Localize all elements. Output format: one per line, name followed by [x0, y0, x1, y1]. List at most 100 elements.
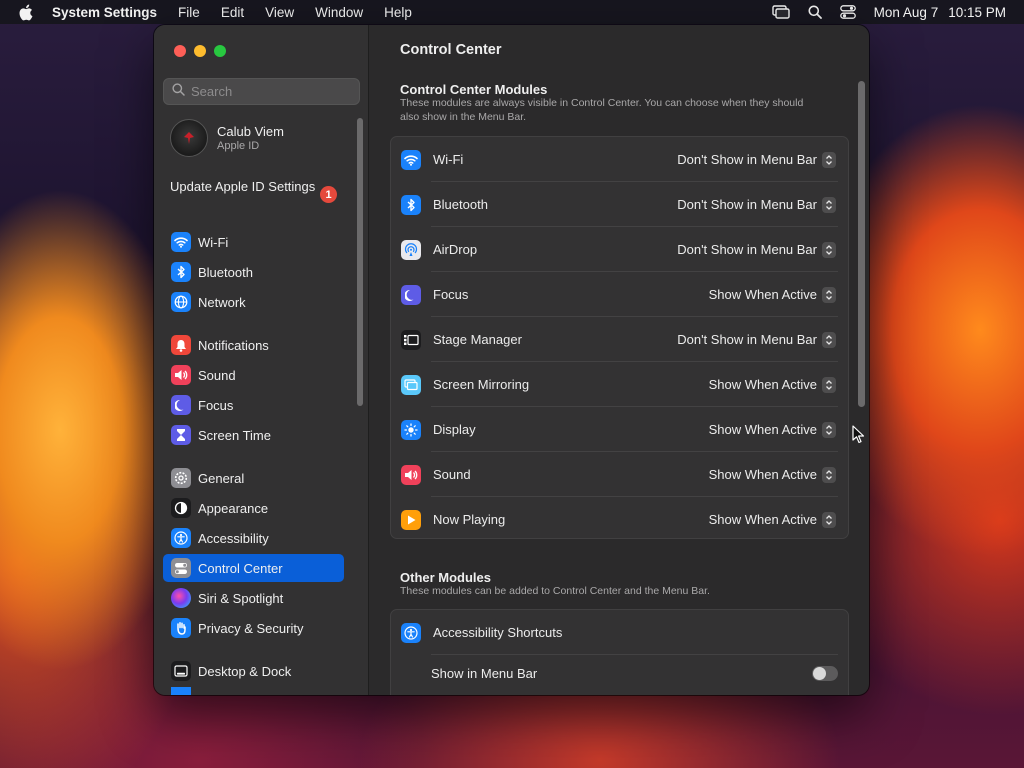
display-menu-bar-popup[interactable]: Show When Active: [708, 421, 836, 438]
now-playing-menu-bar-popup[interactable]: Show When Active: [709, 511, 836, 528]
menu-window[interactable]: Window: [315, 5, 363, 20]
module-label: Accessibility Shortcuts: [433, 625, 563, 640]
sidebar-item-appearance[interactable]: Appearance: [163, 494, 344, 522]
menu-help[interactable]: Help: [384, 5, 412, 20]
menu-bar-clock[interactable]: Mon Aug 7 10:15 PM: [874, 5, 1006, 20]
sidebar-item-label: General: [198, 470, 245, 486]
apple-id-account[interactable]: Calub Viem Apple ID: [170, 119, 284, 157]
show-in-menu-bar-toggle[interactable]: [812, 666, 838, 681]
airdrop-menu-bar-popup[interactable]: Don't Show in Menu Bar: [677, 241, 836, 258]
bluetooth-icon: [171, 262, 191, 282]
popup-value: Don't Show in Menu Bar: [677, 242, 817, 257]
module-row-stage-manager: Stage Manager Don't Show in Menu Bar: [391, 317, 848, 362]
partial-icon: [171, 687, 191, 695]
control-center-icon[interactable]: [839, 5, 856, 19]
modules-card: Wi-Fi Don't Show in Menu Bar Bluetooth D…: [390, 136, 849, 539]
module-label: Screen Mirroring: [433, 377, 530, 392]
sidebar-item-privacy-security[interactable]: Privacy & Security: [163, 614, 344, 642]
notification-badge: 1: [320, 186, 337, 203]
main-pane: Control Center Control Center Modules Th…: [370, 25, 869, 695]
screen-mirroring-icon[interactable]: [771, 5, 790, 19]
bluetooth-menu-bar-popup[interactable]: Don't Show in Menu Bar: [677, 196, 836, 213]
sidebar-item-label: Notifications: [198, 337, 269, 353]
module-row-accessibility-shortcuts: Accessibility Shortcuts: [391, 610, 848, 655]
show-in-menu-bar-row: Show in Menu Bar: [391, 651, 848, 695]
stage-manager-icon: [401, 329, 421, 350]
search-icon: [172, 82, 185, 101]
sidebar-item-bluetooth[interactable]: Bluetooth: [163, 258, 344, 286]
module-row-display: Display Show When Active: [391, 407, 848, 452]
menu-view[interactable]: View: [265, 5, 294, 20]
spotlight-search-icon[interactable]: [808, 5, 822, 19]
popup-chevron-icon: [822, 466, 836, 483]
siri-icon: [171, 588, 191, 608]
popup-chevron-icon: [822, 286, 836, 303]
page-title: Control Center: [400, 42, 502, 58]
sun-icon: [401, 419, 421, 440]
globe-icon: [171, 292, 191, 312]
stage-manager-menu-bar-popup[interactable]: Don't Show in Menu Bar: [677, 331, 836, 348]
menu-bar: System Settings File Edit View Window He…: [0, 0, 1024, 24]
sidebar: Calub Viem Apple ID Update Apple ID Sett…: [154, 25, 369, 695]
sidebar-item-wifi[interactable]: Wi-Fi: [163, 228, 344, 256]
close-window-button[interactable]: [174, 45, 186, 57]
sidebar-item-label: Accessibility: [198, 530, 269, 546]
sidebar-item-siri-spotlight[interactable]: Siri & Spotlight: [163, 584, 344, 612]
sidebar-item-label: Control Center: [198, 560, 283, 576]
module-label: Now Playing: [433, 512, 506, 527]
wifi-menu-bar-popup[interactable]: Don't Show in Menu Bar: [677, 151, 836, 168]
sidebar-item-accessibility[interactable]: Accessibility: [163, 524, 344, 552]
wifi-icon: [171, 232, 191, 252]
menu-bar-date: Mon Aug 7: [873, 4, 939, 20]
accessibility-icon: [401, 622, 421, 643]
toggle-knob: [813, 667, 826, 680]
sidebar-item-partial[interactable]: [163, 687, 344, 695]
sidebar-scrollbar[interactable]: [357, 118, 363, 406]
sidebar-item-screen-time[interactable]: Screen Time: [163, 421, 344, 449]
speaker-icon: [171, 365, 191, 385]
sidebar-item-network[interactable]: Network: [163, 288, 344, 316]
wifi-icon: [401, 149, 421, 170]
sidebar-item-label: Siri & Spotlight: [198, 590, 284, 606]
screen-mirroring-menu-bar-popup[interactable]: Show When Active: [709, 376, 836, 393]
module-label: Display: [433, 422, 476, 437]
focus-menu-bar-popup[interactable]: Show When Active: [709, 286, 836, 303]
dock-icon: [171, 661, 191, 681]
menu-file[interactable]: File: [178, 5, 200, 20]
popup-value: Show When Active: [708, 467, 817, 482]
hourglass-icon: [171, 425, 191, 445]
screen-mirroring-icon: [401, 374, 421, 395]
moon-icon: [401, 284, 421, 305]
sidebar-item-desktop-dock[interactable]: Desktop & Dock: [163, 657, 344, 685]
popup-chevron-icon: [822, 151, 836, 168]
sidebar-search[interactable]: [163, 78, 360, 105]
accessibility-icon: [171, 528, 191, 548]
appearance-icon: [171, 498, 191, 518]
sidebar-item-general[interactable]: General: [163, 464, 344, 492]
module-label: Sound: [433, 467, 471, 482]
sidebar-item-label: Privacy & Security: [198, 620, 304, 636]
system-settings-window: Calub Viem Apple ID Update Apple ID Sett…: [154, 25, 869, 695]
sound-menu-bar-popup[interactable]: Show When Active: [708, 466, 836, 483]
sidebar-item-label: Network: [198, 294, 246, 310]
apple-icon[interactable]: [18, 4, 36, 21]
main-scrollbar[interactable]: [858, 81, 865, 407]
modules-section-description: These modules are always visible in Cont…: [400, 97, 804, 123]
bluetooth-icon: [401, 194, 421, 215]
search-input[interactable]: [191, 84, 351, 99]
sidebar-item-notifications[interactable]: Notifications: [163, 331, 344, 359]
zoom-window-button[interactable]: [214, 45, 226, 57]
sidebar-item-sound[interactable]: Sound: [163, 361, 344, 389]
menu-app-name[interactable]: System Settings: [52, 5, 157, 20]
sidebar-item-focus[interactable]: Focus: [163, 391, 344, 419]
module-label: AirDrop: [433, 242, 478, 257]
menu-edit[interactable]: Edit: [221, 5, 244, 20]
bell-icon: [171, 335, 191, 355]
popup-value: Show When Active: [708, 422, 817, 437]
module-label: Wi-Fi: [433, 152, 464, 167]
module-row-sound: Sound Show When Active: [391, 452, 848, 497]
sidebar-item-control-center[interactable]: Control Center: [163, 554, 344, 582]
minimize-window-button[interactable]: [194, 45, 206, 57]
sidebar-item-label: Wi-Fi: [198, 234, 229, 250]
account-subtitle: Apple ID: [217, 140, 260, 152]
